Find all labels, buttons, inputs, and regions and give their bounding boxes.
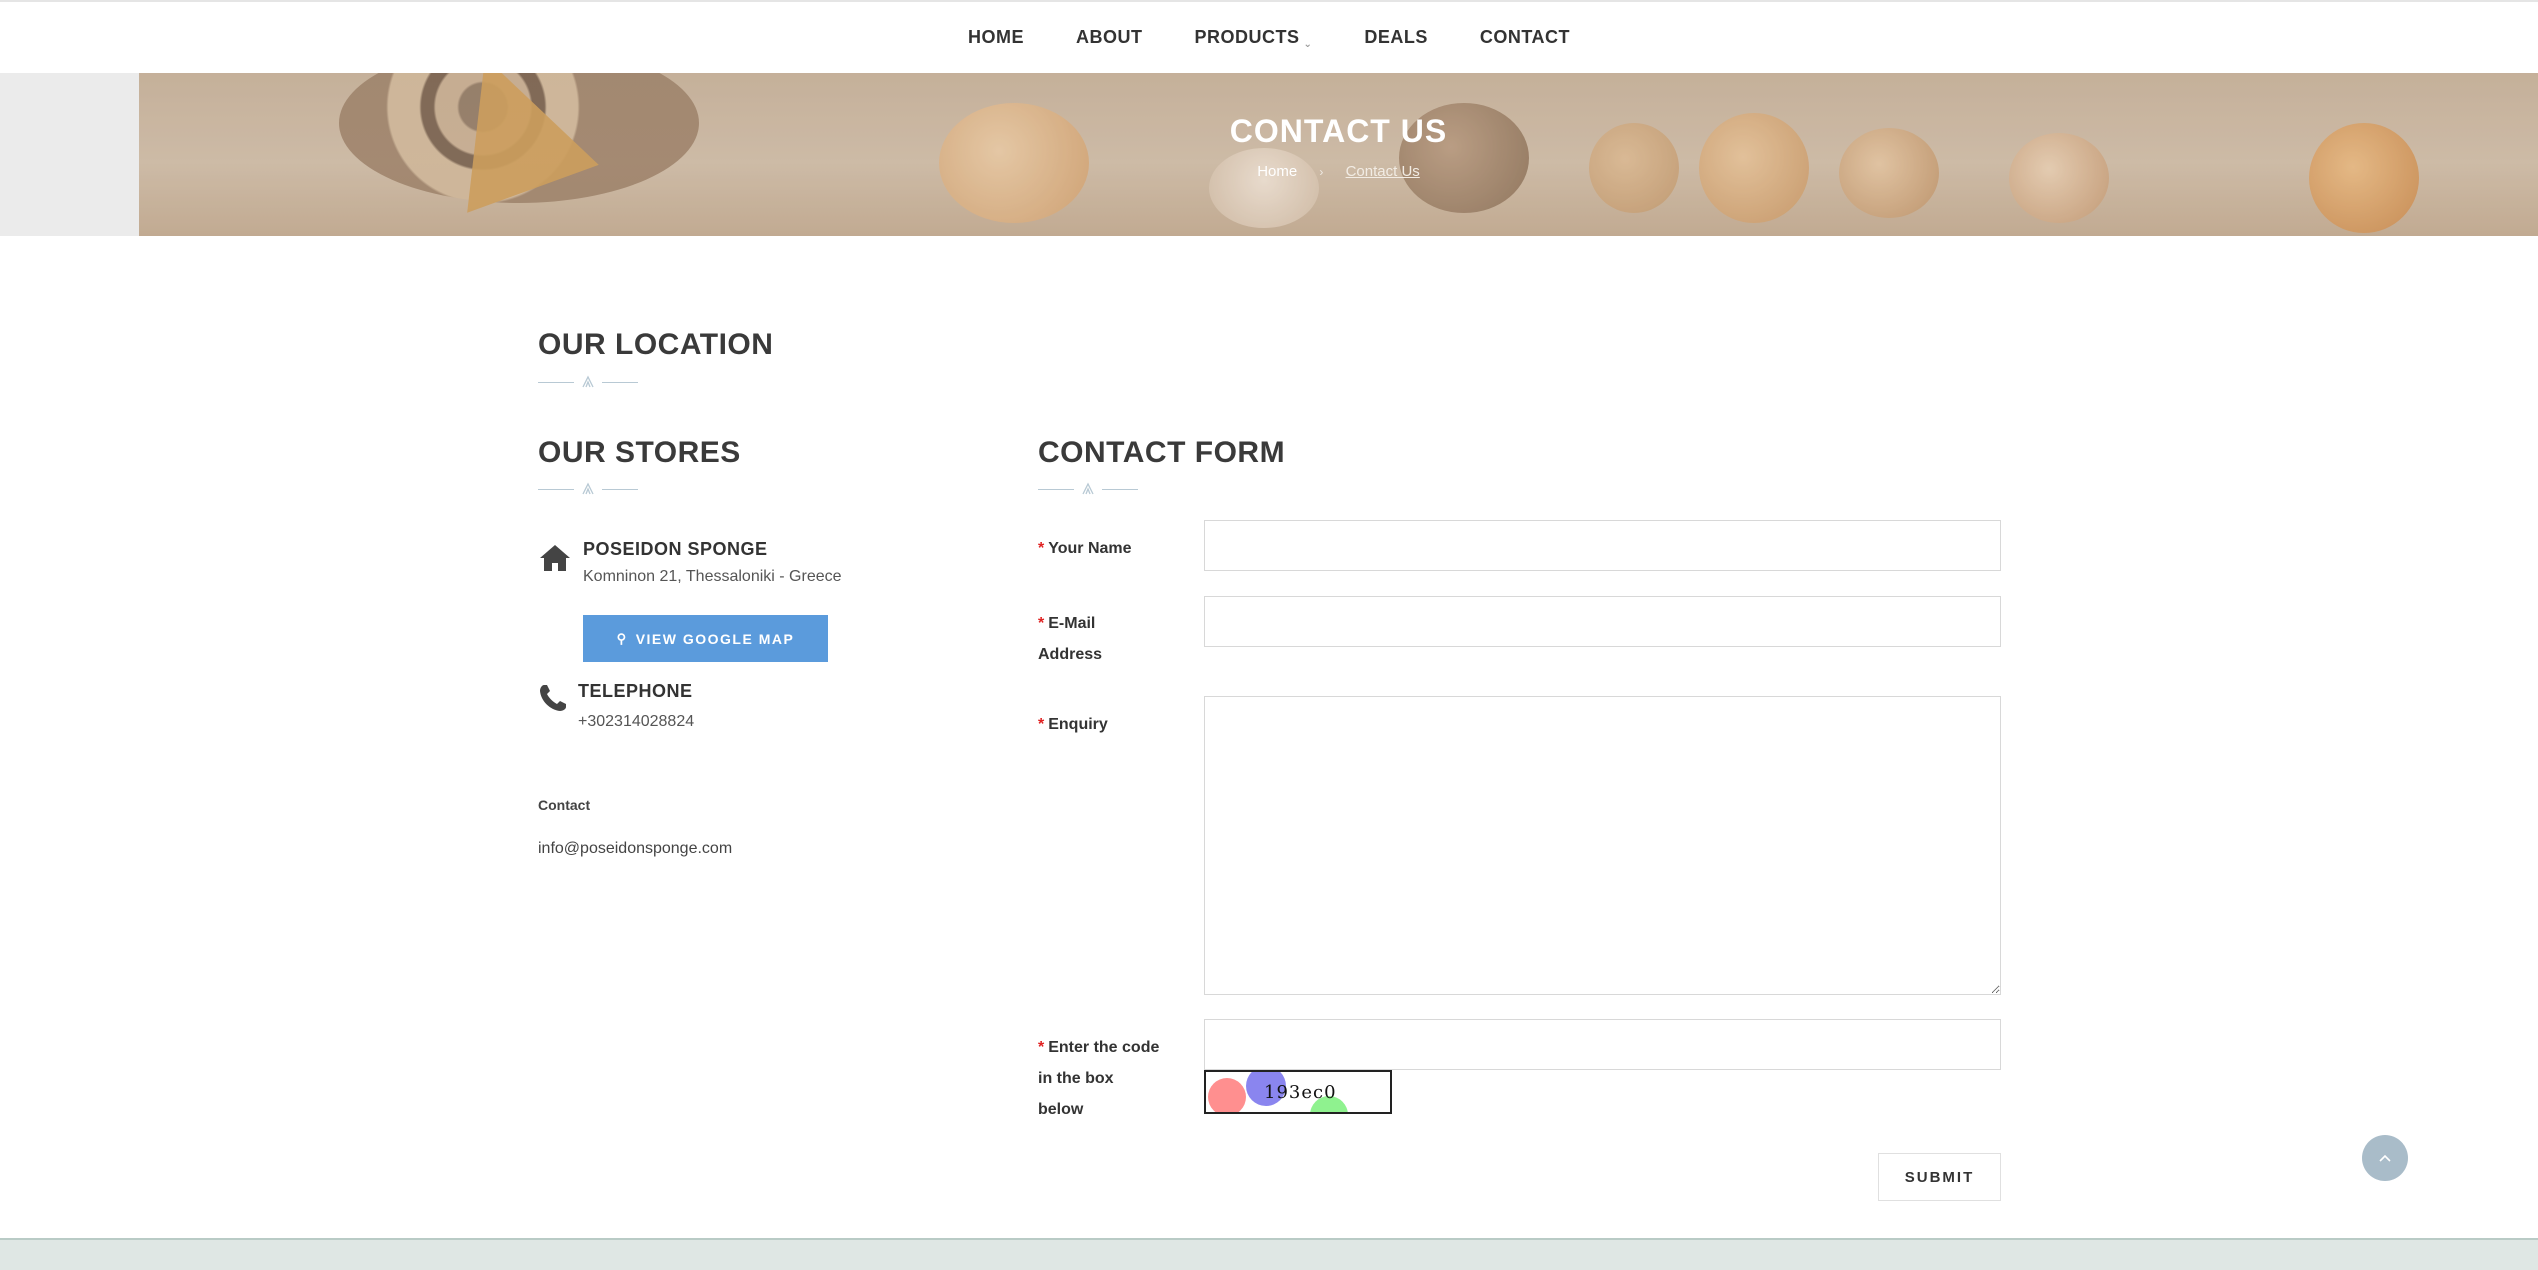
submit-button[interactable]: SUBMIT (1878, 1153, 2001, 1201)
captcha-label: * Enter the code in the box below (1038, 1032, 1159, 1125)
name-label: * Your Name (1038, 533, 1132, 564)
store-address: Komninon 21, Thessaloniki - Greece (583, 568, 842, 585)
email-input[interactable] (1204, 596, 2001, 647)
banner-left-gutter (0, 73, 139, 236)
captcha-code: 193ec0 (1264, 1082, 1337, 1103)
view-google-map-button[interactable]: ⚲ VIEW GOOGLE MAP (583, 615, 828, 662)
top-navigation: HOME ABOUT PRODUCTS ⌄ DEALS CONTACT (0, 0, 2538, 73)
breadcrumb: Home › Contact Us (139, 163, 2538, 180)
nav-item-contact[interactable]: CONTACT (1454, 27, 1596, 48)
phone-icon (540, 685, 566, 711)
location-heading: OUR LOCATION (538, 328, 774, 361)
email-label-line1: E-Mail (1048, 615, 1096, 632)
divider-ornament-icon (582, 482, 594, 495)
nav-menu: HOME ABOUT PRODUCTS ⌄ DEALS CONTACT (942, 27, 1596, 50)
chevron-up-icon (2379, 1154, 2391, 1162)
captcha-label-line1: Enter the code (1048, 1039, 1160, 1056)
name-label-text: Your Name (1048, 540, 1132, 557)
captcha-label-line3: below (1038, 1101, 1084, 1118)
heading-divider (1038, 481, 1138, 497)
banner-overlay (139, 73, 2538, 236)
scroll-to-top-button[interactable] (2362, 1135, 2408, 1181)
divider-ornament-icon (582, 375, 594, 388)
divider-ornament-icon (1082, 482, 1094, 495)
page-banner: CONTACT US Home › Contact Us (139, 73, 2538, 236)
nav-item-deals[interactable]: DEALS (1338, 27, 1454, 48)
captcha-image: 193ec0 (1204, 1070, 1392, 1114)
footer-strip (0, 1238, 2538, 1270)
chevron-down-icon: ⌄ (1303, 39, 1313, 50)
required-mark: * (1038, 540, 1045, 557)
breadcrumb-home-link[interactable]: Home (1257, 163, 1297, 180)
contact-email[interactable]: info@poseidonsponge.com (538, 840, 732, 858)
stores-heading: OUR STORES (538, 436, 741, 469)
view-google-map-label: VIEW GOOGLE MAP (635, 630, 795, 647)
heading-divider (538, 374, 638, 390)
captcha-label-line2: in the box (1038, 1070, 1114, 1087)
nav-item-products[interactable]: PRODUCTS ⌄ (1168, 27, 1338, 50)
email-label: * E-Mail Address (1038, 608, 1102, 670)
contact-label: Contact (538, 797, 591, 813)
contact-form-heading: CONTACT FORM (1038, 436, 1286, 469)
required-mark: * (1038, 716, 1045, 733)
breadcrumb-current-link[interactable]: Contact Us (1346, 163, 1420, 180)
map-marker-icon: ⚲ (616, 630, 628, 646)
nav-item-about[interactable]: ABOUT (1050, 27, 1169, 48)
email-label-line2: Address (1038, 646, 1103, 663)
required-mark: * (1038, 615, 1045, 632)
breadcrumb-separator-icon: › (1319, 165, 1324, 179)
nav-item-home[interactable]: HOME (942, 27, 1050, 48)
telephone-label: TELEPHONE (578, 681, 693, 701)
heading-divider (538, 481, 638, 497)
page-title: CONTACT US (1229, 113, 1448, 149)
enquiry-label-text: Enquiry (1048, 716, 1108, 733)
required-mark: * (1038, 1039, 1045, 1056)
store-name: POSEIDON SPONGE (583, 539, 768, 559)
name-input[interactable] (1204, 520, 2001, 571)
nav-item-products-label: PRODUCTS (1194, 27, 1300, 47)
home-icon (540, 545, 570, 571)
captcha-input[interactable] (1204, 1019, 2001, 1070)
enquiry-textarea[interactable] (1204, 696, 2001, 995)
telephone-number: +302314028824 (578, 713, 695, 730)
enquiry-label: * Enquiry (1038, 709, 1108, 740)
